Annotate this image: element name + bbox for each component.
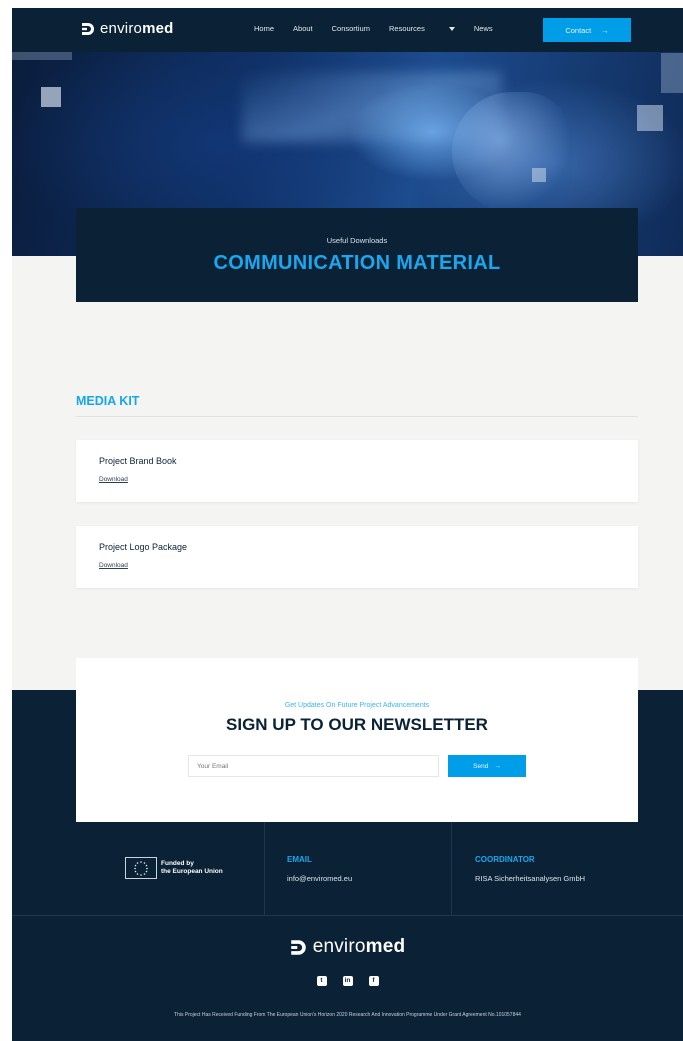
download-card: Project Logo Package Download (76, 526, 638, 588)
send-button-label: Send (473, 762, 489, 770)
download-card-title: Project Brand Book (99, 456, 177, 466)
hero-figure (452, 92, 572, 212)
download-card: Project Brand Book Download (76, 440, 638, 502)
eu-funding-badge: Funded by the European Union (125, 857, 223, 879)
arrow-right-icon: → (601, 25, 609, 35)
logo-text: enviromed (312, 936, 406, 957)
nav-item-home[interactable]: Home (254, 24, 274, 33)
coordinator-label: COORDINATOR (475, 855, 535, 864)
site-logo[interactable]: enviromed (81, 20, 174, 37)
hero-kicker: Useful Downloads (326, 236, 388, 245)
email-link[interactable]: info@enviromed.eu (287, 874, 352, 883)
funding-line-1: Funded by (161, 860, 194, 867)
decor-square (12, 52, 72, 60)
legal-notice: This Project Has Received Funding From T… (174, 1012, 521, 1018)
decor-square (41, 87, 61, 107)
column-divider (451, 822, 452, 915)
linkedin-icon[interactable]: in (342, 976, 353, 986)
enviromed-logo-icon (290, 939, 306, 955)
decor-square (637, 105, 663, 131)
send-button[interactable]: Send → (448, 755, 526, 777)
decor-square (532, 168, 546, 182)
coordinator-value: RISA Sicherheitsanalysen GmbH (475, 874, 586, 883)
newsletter-card: Get Updates On Future Project Advancemen… (76, 658, 638, 822)
nav-item-resources-label: Resources (388, 24, 425, 33)
page-title: COMMUNICATION MATERIAL (213, 252, 501, 274)
funding-text: Funded by the European Union (161, 860, 223, 876)
enviromed-logo-icon (82, 22, 94, 35)
hero-title-card: Useful Downloads COMMUNICATION MATERIAL (76, 208, 638, 302)
footer-logo[interactable]: enviromed (12, 936, 683, 958)
logo-text: enviromed (100, 20, 174, 37)
page-frame: enviromed Home About Consortium Resource… (12, 8, 683, 1041)
nav-item-about[interactable]: About (293, 24, 313, 33)
newsletter-title: SIGN UP TO OUR NEWSLETTER (226, 715, 488, 734)
nav-item-news[interactable]: News (474, 24, 493, 33)
nav-item-consortium[interactable]: Consortium (332, 24, 370, 33)
decor-square (661, 53, 683, 93)
email-field[interactable] (188, 755, 439, 777)
column-divider (264, 822, 265, 915)
arrow-right-icon: → (494, 762, 501, 770)
media-kit-heading: MEDIA KIT (76, 394, 140, 408)
contact-button-label: Contact (565, 25, 592, 35)
contact-button[interactable]: Contact → (543, 18, 631, 42)
download-link[interactable]: Download (99, 476, 128, 483)
email-label: EMAIL (287, 855, 312, 864)
social-links: t in f (12, 976, 683, 986)
divider (76, 416, 638, 417)
download-card-title: Project Logo Package (99, 542, 188, 552)
twitter-icon[interactable]: t (316, 976, 327, 986)
nav-item-resources[interactable]: Resources (389, 24, 455, 33)
divider (12, 915, 683, 916)
chevron-down-icon (448, 26, 455, 31)
funding-line-2: the European Union (161, 868, 223, 875)
main-nav: Home About Consortium Resources News (254, 24, 512, 33)
download-link[interactable]: Download (99, 562, 128, 569)
newsletter-kicker: Get Updates On Future Project Advancemen… (284, 702, 430, 709)
eu-flag-icon (125, 857, 157, 879)
facebook-icon[interactable]: f (368, 976, 379, 986)
site-header: enviromed Home About Consortium Resource… (12, 8, 683, 52)
